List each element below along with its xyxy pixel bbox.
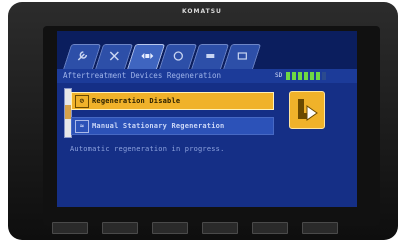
menu-item-label: Regeneration Disable: [92, 97, 181, 105]
function-key-2[interactable]: [102, 222, 138, 234]
function-key-5[interactable]: [252, 222, 288, 234]
status-message: Automatic regeneration in progress.: [70, 145, 225, 153]
screen-header: Aftertreatment Devices Regeneration SD: [57, 69, 357, 83]
gauge-segment: [316, 72, 321, 80]
enter-arrow-icon: [298, 99, 318, 121]
function-key-6[interactable]: [302, 222, 338, 234]
function-key-3[interactable]: [152, 222, 188, 234]
function-key-4[interactable]: [202, 222, 238, 234]
filter-icon: [172, 50, 184, 62]
monitor-icon: [236, 50, 248, 62]
menu-item-regeneration-disable[interactable]: ⊘ Regeneration Disable: [71, 92, 274, 110]
gear-icon: [204, 50, 216, 62]
soot-gauge: SD: [275, 70, 328, 82]
wrench-icon: [76, 50, 88, 62]
tab-bar: [57, 31, 357, 70]
enter-button[interactable]: [289, 91, 325, 129]
menu-item-manual-regeneration[interactable]: ≈ Manual Stationary Regeneration: [71, 117, 274, 135]
regeneration-icon: ≈: [75, 120, 89, 133]
brand-logo: KOMATSU: [182, 8, 222, 15]
function-key-1[interactable]: [52, 222, 88, 234]
gauge-label: SD: [275, 72, 283, 79]
physical-button-row: [52, 222, 356, 234]
disable-icon: ⊘: [75, 95, 89, 108]
engine-arrows-icon: [140, 50, 154, 62]
tab-monitor[interactable]: [222, 44, 262, 70]
gauge-segment: [298, 72, 303, 80]
gauge-segment: [310, 72, 315, 80]
page-title: Aftertreatment Devices Regeneration: [63, 71, 222, 80]
display-screen: Aftertreatment Devices Regeneration SD ⊘…: [57, 31, 357, 207]
gauge-segment: [292, 72, 297, 80]
gauge-segment: [286, 72, 291, 80]
gauge-segment: [322, 72, 327, 80]
gauge-segment: [304, 72, 309, 80]
tools-icon: [108, 50, 120, 62]
menu-item-label: Manual Stationary Regeneration: [92, 122, 225, 130]
